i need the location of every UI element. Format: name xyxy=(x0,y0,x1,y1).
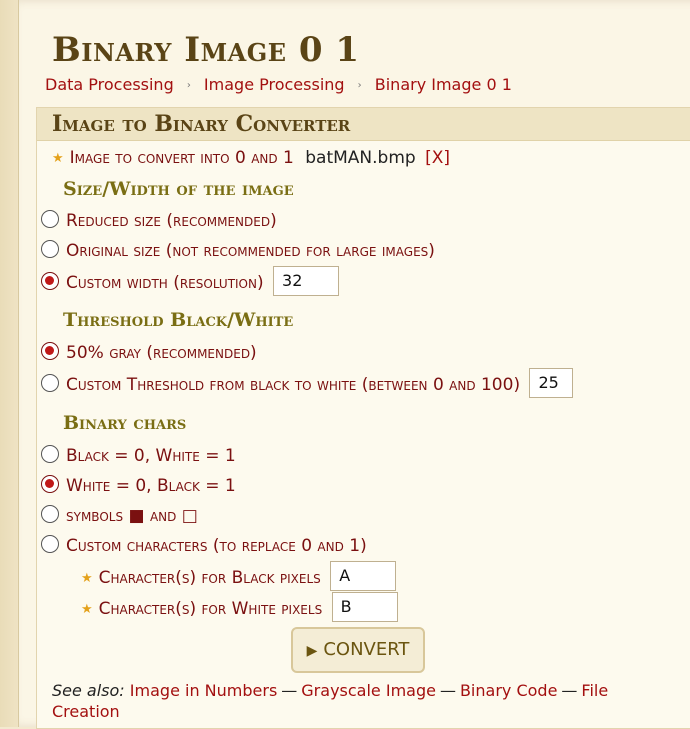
option-label: Custom characters (to replace 0 and 1) xyxy=(66,536,367,556)
play-icon: ▶ xyxy=(306,643,318,659)
breadcrumb-image-processing[interactable]: Image Processing xyxy=(204,75,345,94)
link-grayscale-image[interactable]: Grayscale Image xyxy=(301,681,436,700)
remove-file-button[interactable]: [X] xyxy=(425,148,450,168)
breadcrumb-separator: › xyxy=(357,80,362,91)
star-icon: ★ xyxy=(81,602,93,617)
custom-width-input[interactable]: 32 xyxy=(273,266,340,296)
option-label: Original size (not recommended for large… xyxy=(66,241,435,261)
white-chars-input[interactable]: B xyxy=(331,592,398,622)
radio-black-0[interactable] xyxy=(41,445,59,463)
radio-custom-chars[interactable] xyxy=(41,535,59,553)
size-option-custom[interactable]: Custom width (resolution) 32 xyxy=(41,266,340,298)
convert-label: CONVERT xyxy=(323,639,410,660)
size-option-original[interactable]: Original size (not recommended for large… xyxy=(41,240,435,261)
option-label: Black = 0, White = 1 xyxy=(66,446,236,466)
page-edge xyxy=(0,0,18,727)
star-icon: ★ xyxy=(52,151,64,166)
black-chars-input[interactable]: A xyxy=(330,561,397,591)
option-label: Custom width (resolution) xyxy=(66,273,264,293)
breadcrumb-current[interactable]: Binary Image 0 1 xyxy=(375,75,512,94)
radio-symbols[interactable] xyxy=(41,505,59,523)
size-option-reduced[interactable]: Reduced size (recommended) xyxy=(41,210,277,231)
see-also-separator: — xyxy=(281,681,298,700)
option-label: symbols ■ and □ xyxy=(66,506,198,526)
radio-50-gray[interactable] xyxy=(41,342,59,360)
custom-threshold-input[interactable]: 25 xyxy=(529,368,574,398)
radio-custom-width[interactable] xyxy=(41,272,59,290)
threshold-option-custom[interactable]: Custom Threshold from black to white (be… xyxy=(41,368,574,400)
threshold-option-50[interactable]: 50% gray (recommended) xyxy=(41,342,257,363)
size-section-title: Size/Width of the image xyxy=(63,178,294,200)
file-label: Image to convert into 0 and 1 xyxy=(69,148,294,168)
option-label: 50% gray (recommended) xyxy=(66,343,257,363)
link-image-in-numbers[interactable]: Image in Numbers xyxy=(130,681,277,700)
see-also-separator: — xyxy=(561,681,578,700)
black-chars-row: ★ Character(s) for Black pixels A xyxy=(81,561,397,593)
chars-option-custom[interactable]: Custom characters (to replace 0 and 1) xyxy=(41,535,367,556)
page-title: Binary Image 0 1 xyxy=(52,30,360,70)
see-also-label: See also: xyxy=(52,681,125,700)
file-name[interactable]: batMAN.bmp xyxy=(305,148,415,168)
chars-option-black0[interactable]: Black = 0, White = 1 xyxy=(41,445,236,466)
see-also-separator: — xyxy=(439,681,456,700)
converter-panel: Image to Binary Converter ★ Image to conv… xyxy=(36,107,690,729)
chars-section-title: Binary chars xyxy=(63,412,187,434)
option-label: Custom Threshold from black to white (be… xyxy=(66,375,521,395)
breadcrumb-data-processing[interactable]: Data Processing xyxy=(45,75,174,94)
radio-white-0[interactable] xyxy=(41,475,59,493)
threshold-section-title: Threshold Black/White xyxy=(63,309,294,331)
file-row: ★ Image to convert into 0 and 1 batMAN.bm… xyxy=(52,148,450,168)
radio-reduced-size[interactable] xyxy=(41,210,59,228)
convert-button[interactable]: ▶ CONVERT xyxy=(291,627,425,673)
breadcrumb-separator: › xyxy=(186,80,191,91)
converter-title: Image to Binary Converter xyxy=(37,108,690,141)
chars-option-white0[interactable]: White = 0, Black = 1 xyxy=(41,475,236,496)
white-chars-label: Character(s) for White pixels xyxy=(98,599,323,619)
star-icon: ★ xyxy=(81,571,93,586)
radio-original-size[interactable] xyxy=(41,240,59,258)
white-chars-row: ★ Character(s) for White pixels B xyxy=(81,592,398,624)
option-label: Reduced size (recommended) xyxy=(66,211,277,231)
link-binary-code[interactable]: Binary Code xyxy=(460,681,557,700)
breadcrumb: Data Processing › Image Processing › Bin… xyxy=(45,75,512,94)
black-chars-label: Character(s) for Black pixels xyxy=(98,568,321,588)
chars-option-symbols[interactable]: symbols ■ and □ xyxy=(41,505,198,526)
radio-custom-threshold[interactable] xyxy=(41,374,59,392)
option-label: White = 0, Black = 1 xyxy=(66,476,236,496)
see-also: See also: Image in Numbers — Grayscale Ima… xyxy=(52,680,672,722)
